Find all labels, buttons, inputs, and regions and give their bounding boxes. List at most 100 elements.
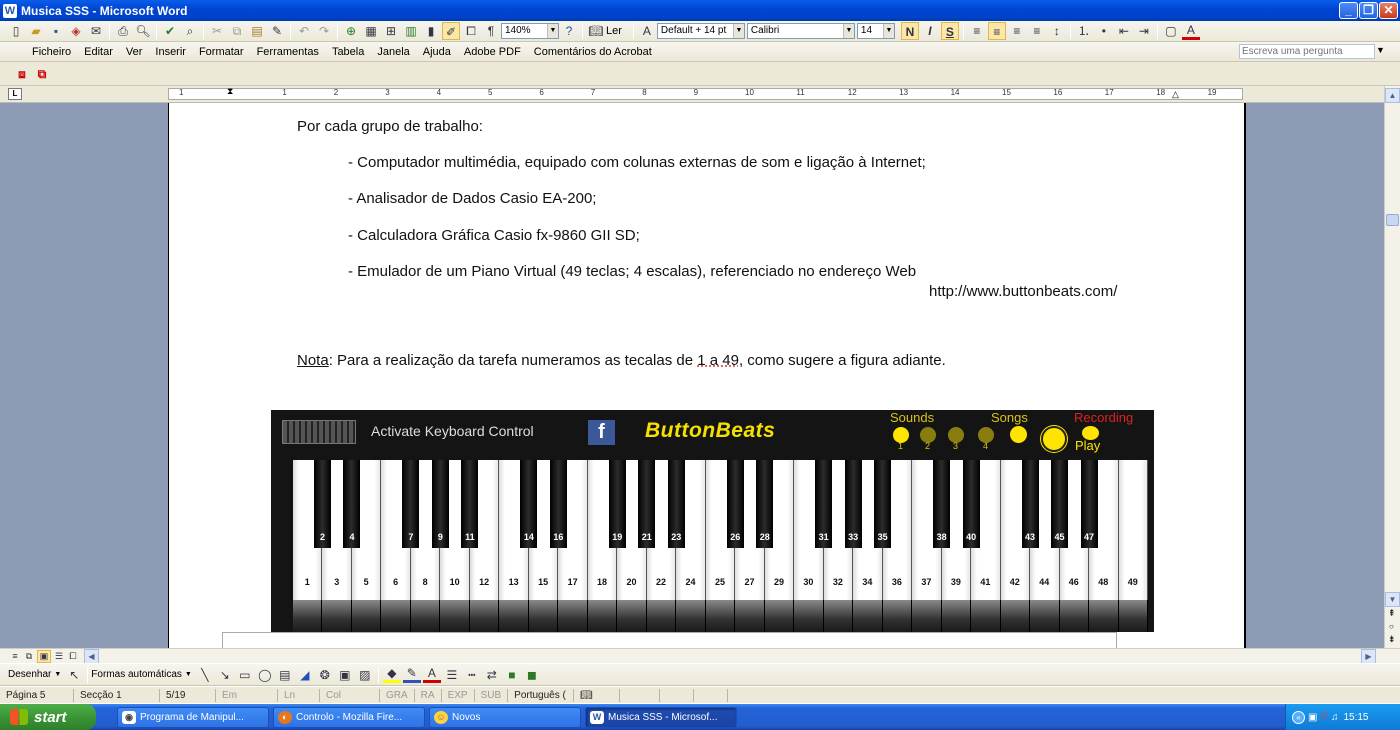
drawing-icon[interactable]: ✐ — [442, 22, 460, 40]
menu-editar[interactable]: Editar — [84, 46, 113, 58]
save-icon[interactable]: ▪ — [47, 22, 65, 40]
menu-tabela[interactable]: Tabela — [332, 46, 364, 58]
permission-icon[interactable]: ◈ — [67, 22, 85, 40]
black-key[interactable]: 33 — [844, 460, 862, 548]
redo-icon[interactable]: ↷ — [315, 22, 333, 40]
word-icon[interactable]: W — [3, 3, 17, 18]
picture-icon[interactable]: ▨ — [356, 666, 374, 684]
draw-font-color-icon[interactable]: A — [422, 666, 441, 683]
menu-janela[interactable]: Janela — [377, 46, 409, 58]
spelling-icon[interactable]: ✔ — [161, 22, 179, 40]
undo-icon[interactable]: ↶ — [295, 22, 313, 40]
decrease-indent-icon[interactable]: ⇤ — [1115, 22, 1133, 40]
vertical-scrollbar[interactable]: ▲ ▼ ⇞ ○ ⇟ — [1384, 86, 1400, 648]
line-icon[interactable]: ╲ — [196, 666, 214, 684]
black-key[interactable]: 43 — [1021, 460, 1039, 548]
email-icon[interactable]: ✉ — [87, 22, 105, 40]
status-language[interactable]: Português ( — [508, 688, 575, 702]
styles-icon[interactable]: A — [638, 22, 656, 40]
task-programa[interactable]: ◉ Programa de Manipul... — [117, 707, 269, 728]
diagram-icon[interactable]: ❂ — [316, 666, 334, 684]
black-key[interactable]: 47 — [1080, 460, 1098, 548]
previous-page-icon[interactable]: ⇞ — [1388, 608, 1396, 619]
facebook-icon[interactable]: f — [588, 420, 615, 445]
print-icon[interactable]: ⎙ — [114, 22, 132, 40]
black-key[interactable]: 19 — [608, 460, 626, 548]
songs-button[interactable] — [1010, 426, 1027, 443]
new-icon[interactable]: ▯ — [7, 22, 25, 40]
scroll-thumb[interactable] — [1386, 214, 1399, 226]
black-key[interactable]: 2 — [313, 460, 331, 548]
right-indent-marker-icon[interactable]: △ — [1172, 89, 1179, 100]
line-style-icon[interactable]: ☰ — [443, 666, 461, 684]
tray-arrow-icon[interactable]: « — [1292, 710, 1305, 724]
borders-icon[interactable]: ▢ — [1162, 22, 1180, 40]
menu-ficheiro[interactable]: Ficheiro — [32, 46, 71, 58]
black-key[interactable]: 45 — [1051, 460, 1069, 548]
insert-excel-icon[interactable]: ▥ — [402, 22, 420, 40]
help-icon[interactable]: ? — [560, 22, 578, 40]
menu-formatar[interactable]: Formatar — [199, 46, 244, 58]
arrow-style-icon[interactable]: ⇄ — [483, 666, 501, 684]
cut-icon[interactable]: ✂ — [208, 22, 226, 40]
black-key[interactable]: 4 — [343, 460, 361, 548]
black-key[interactable]: 31 — [815, 460, 833, 548]
bullets-icon[interactable]: • — [1095, 22, 1113, 40]
font-select[interactable]: Calibri ▼ — [746, 23, 855, 39]
read-icon[interactable]: 📖︎ — [587, 22, 605, 40]
close-icon[interactable]: ✕ — [1379, 2, 1398, 19]
horizontal-scrollbar[interactable]: ≡ ⧉ ▣ ☰ ⧠ ◀ ▶ — [0, 648, 1400, 664]
keyboard-control-label[interactable]: Activate Keyboard Control — [371, 423, 534, 439]
menu-ferramentas[interactable]: Ferramentas — [257, 46, 319, 58]
horizontal-ruler[interactable]: L 1 1 2 3 4 5 6 7 8 9 10 11 12 13 14 15 16 17 18 19 ⧗ △ — [0, 86, 1400, 103]
menu-ajuda[interactable]: Ajuda — [423, 46, 451, 58]
select-objects-icon[interactable]: ↖ — [65, 666, 83, 684]
start-button[interactable]: start — [0, 704, 96, 730]
autoshapes-menu[interactable]: Formas automáticas — [91, 669, 182, 680]
indent-marker-icon[interactable]: ⧗ — [227, 86, 233, 97]
draw-menu[interactable]: Desenhar — [8, 669, 51, 680]
black-key[interactable]: 23 — [667, 460, 685, 548]
read-button[interactable]: Ler — [606, 25, 622, 37]
menu-acrobat-comments[interactable]: Comentários do Acrobat — [534, 46, 652, 58]
3d-icon[interactable]: ◼ — [523, 666, 541, 684]
line-spacing-icon[interactable]: ↕ — [1048, 22, 1066, 40]
black-key[interactable]: 14 — [520, 460, 538, 548]
menu-ver[interactable]: Ver — [126, 46, 143, 58]
align-left-icon[interactable]: ≡ — [968, 22, 986, 40]
print-view-icon[interactable]: ▣ — [37, 649, 51, 663]
menu-adobe-pdf[interactable]: Adobe PDF — [464, 46, 521, 58]
format-painter-icon[interactable]: ✎ — [268, 22, 286, 40]
keyboard-icon[interactable] — [282, 420, 356, 444]
restore-icon[interactable]: ❐ — [1359, 2, 1378, 19]
browse-object-icon[interactable]: ○ — [1389, 622, 1394, 631]
shadow-icon[interactable]: ■ — [503, 666, 521, 684]
size-select[interactable]: 14 ▼ — [856, 23, 895, 39]
paste-icon[interactable]: ▤ — [248, 22, 266, 40]
oval-icon[interactable]: ◯ — [256, 666, 274, 684]
black-key[interactable]: 40 — [962, 460, 980, 548]
hyperlink-icon[interactable]: ⊕ — [342, 22, 360, 40]
scroll-up-icon[interactable]: ▲ — [1385, 88, 1400, 103]
volume-icon[interactable]: ♫ — [1331, 712, 1339, 723]
wordart-icon[interactable]: ◢ — [296, 666, 314, 684]
status-ovr[interactable]: SUB — [475, 688, 509, 702]
black-key[interactable]: 35 — [874, 460, 892, 548]
align-center-icon[interactable]: ≡ — [987, 22, 1006, 40]
rectangle-icon[interactable]: ▭ — [236, 666, 254, 684]
scroll-down-icon[interactable]: ▼ — [1385, 592, 1400, 607]
menu-inserir[interactable]: Inserir — [155, 46, 186, 58]
style-select[interactable]: Default + 14 pt ▼ — [656, 23, 745, 39]
black-key[interactable]: 11 — [461, 460, 479, 548]
copy-icon[interactable]: ⧉ — [228, 22, 246, 40]
status-trk[interactable]: RA — [415, 688, 442, 702]
next-page-icon[interactable]: ⇟ — [1388, 634, 1396, 645]
insert-table-icon[interactable]: ⊞ — [382, 22, 400, 40]
white-key[interactable]: 49 — [1118, 460, 1148, 600]
underline-button[interactable]: S — [940, 22, 959, 40]
play-label[interactable]: Play — [1075, 438, 1100, 453]
open-icon[interactable]: ▰ — [27, 22, 45, 40]
columns-icon[interactable]: ▮ — [422, 22, 440, 40]
fill-color-icon[interactable]: ◆ — [382, 666, 401, 683]
spelling-status-icon[interactable]: 📖︎ — [574, 688, 621, 702]
